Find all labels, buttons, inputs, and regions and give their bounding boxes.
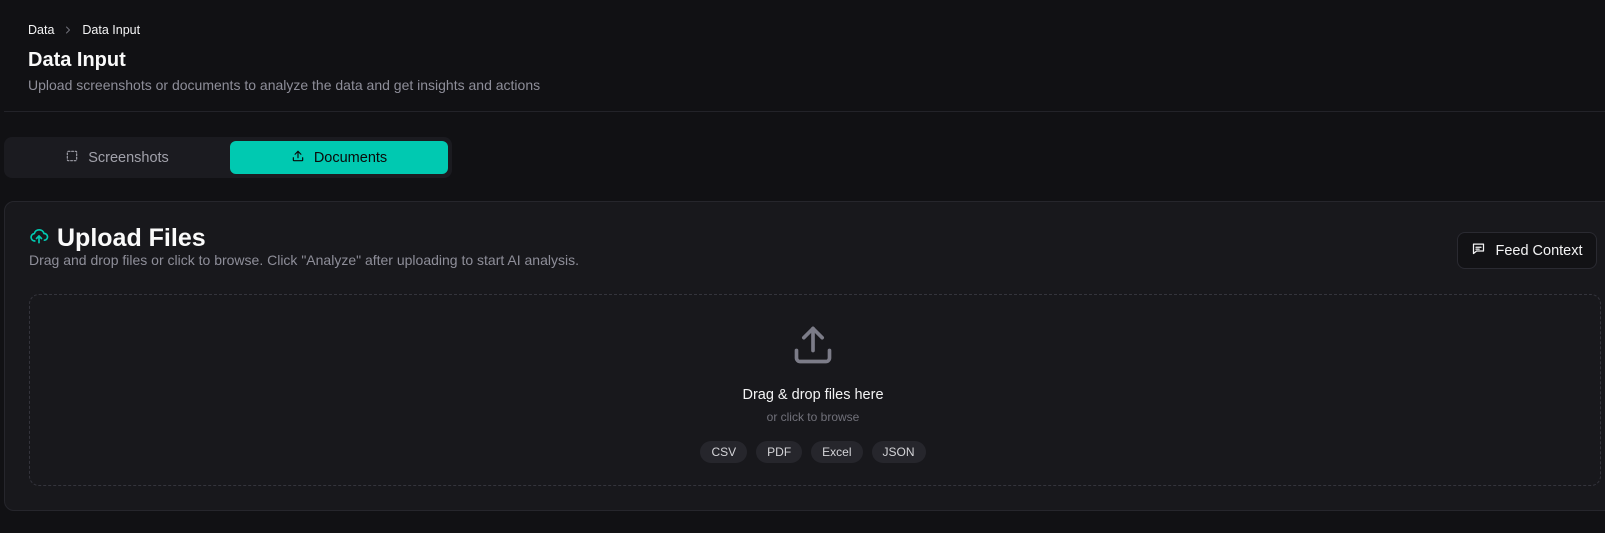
- dropzone-content: Drag & drop files here or click to brows…: [30, 295, 1596, 463]
- format-chip-csv: CSV: [700, 441, 748, 463]
- message-plus-icon: [1471, 241, 1486, 260]
- format-chip-pdf: PDF: [756, 441, 803, 463]
- card-description: Drag and drop files or click to browse. …: [29, 252, 579, 268]
- page-subtitle: Upload screenshots or documents to analy…: [28, 77, 541, 93]
- page-title: Data Input: [28, 49, 126, 71]
- dropzone-title: Drag & drop files here: [742, 387, 884, 403]
- cloud-upload-icon: [29, 226, 49, 251]
- card-title: Upload Files: [57, 224, 206, 252]
- format-chips: CSV PDF Excel JSON: [700, 441, 926, 463]
- tab-documents-label: Documents: [313, 149, 388, 166]
- feed-context-label: Feed Context: [1495, 242, 1583, 259]
- input-type-tabs: Screenshots Documents: [4, 137, 452, 178]
- chevron-right-icon: [62, 24, 74, 36]
- tab-screenshots[interactable]: Screenshots: [8, 141, 226, 174]
- data-input-page: Data Data Input Data Input Upload screen…: [0, 0, 1605, 533]
- tab-screenshots-label: Screenshots: [88, 149, 169, 166]
- breadcrumb: Data Data Input: [28, 23, 140, 37]
- upload-files-card: Upload Files Drag and drop files or clic…: [4, 201, 1605, 511]
- file-dropzone[interactable]: Drag & drop files here or click to brows…: [29, 294, 1601, 486]
- header-divider: [4, 111, 1605, 112]
- format-chip-excel: Excel: [811, 441, 863, 463]
- card-header: Upload Files: [29, 224, 206, 253]
- tab-documents[interactable]: Documents: [230, 141, 448, 174]
- format-chip-json: JSON: [871, 441, 926, 463]
- breadcrumb-data-link[interactable]: Data: [28, 23, 54, 37]
- feed-context-button[interactable]: Feed Context: [1457, 232, 1597, 269]
- breadcrumb-current: Data Input: [82, 23, 141, 37]
- upload-icon: [791, 323, 835, 367]
- dashed-square-icon: [65, 149, 79, 167]
- dropzone-subtitle: or click to browse: [766, 410, 860, 424]
- upload-icon: [291, 149, 305, 167]
